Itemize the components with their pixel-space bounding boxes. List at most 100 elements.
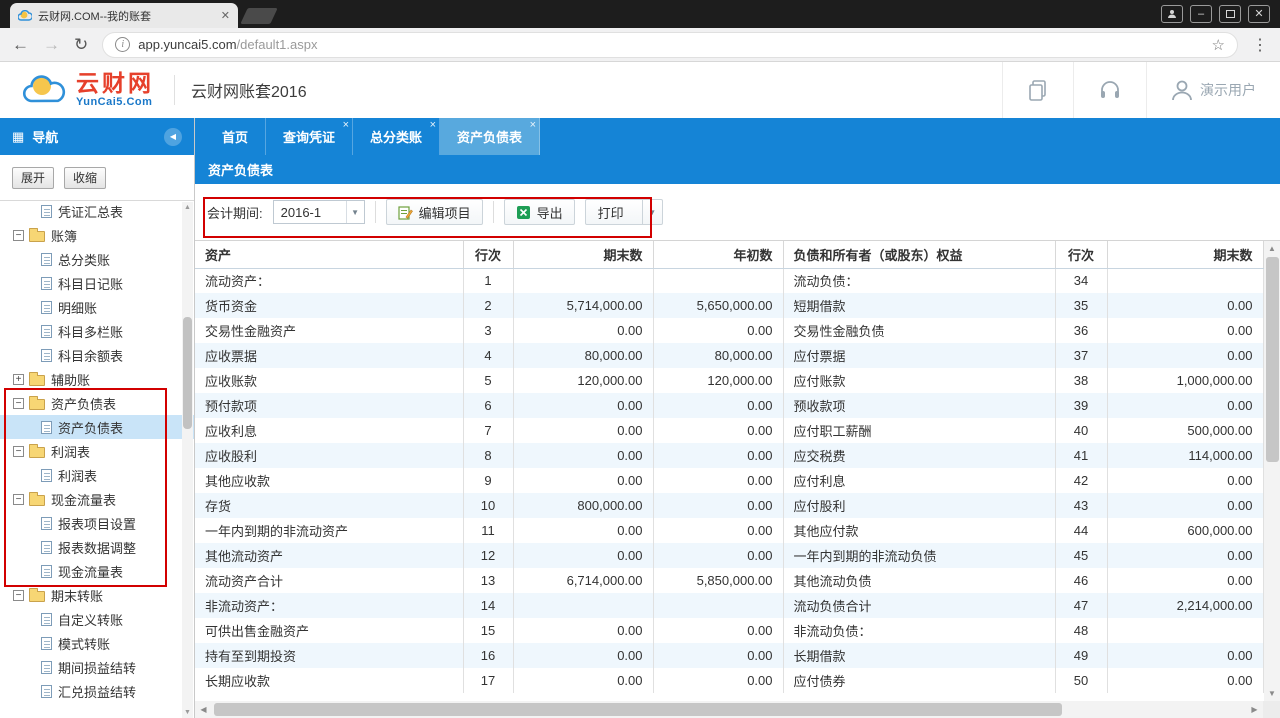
table-vertical-scrollbar[interactable]: ▲ ▼ <box>1264 241 1280 701</box>
table-row[interactable]: 应收票据480,000.0080,000.00应付票据370.00 <box>195 343 1263 368</box>
table-row[interactable]: 可供出售金融资产150.000.00非流动负债：48 <box>195 618 1263 643</box>
back-button[interactable]: ← <box>12 36 29 53</box>
tab-0[interactable]: 首页 <box>205 118 266 155</box>
sidebar-scroll-thumb[interactable] <box>183 317 192 429</box>
logo-subtitle: YunCai5.Com <box>76 97 154 108</box>
table-row[interactable]: 其他应收款90.000.00应付利息420.00 <box>195 468 1263 493</box>
tree-item[interactable]: 模式转账 <box>0 631 194 655</box>
browser-menu-icon[interactable]: ⋮ <box>1252 35 1268 55</box>
table-row[interactable]: 长期应收款170.000.00应付债券500.00 <box>195 668 1263 693</box>
column-header[interactable]: 行次 <box>463 241 513 268</box>
close-button[interactable]: ✕ <box>1248 5 1270 23</box>
sidebar-collapse-button[interactable]: ◀ <box>164 128 182 146</box>
column-header[interactable]: 资产 <box>195 241 463 268</box>
documents-button[interactable] <box>1002 62 1073 118</box>
tree-item[interactable]: 自定义转账 <box>0 607 194 631</box>
column-header[interactable]: 期末数 <box>1107 241 1263 268</box>
collapse-minus-icon[interactable]: − <box>13 590 24 601</box>
profile-button[interactable] <box>1161 5 1183 23</box>
collapse-all-button[interactable]: 收缩 <box>64 167 106 189</box>
bookmark-star-icon[interactable]: ☆ <box>1212 36 1225 54</box>
print-dropdown-icon[interactable]: ▼ <box>642 200 662 224</box>
tree-item[interactable]: 凭证汇总表 <box>0 201 194 223</box>
collapse-minus-icon[interactable]: − <box>13 398 24 409</box>
tab-1[interactable]: 查询凭证× <box>266 118 353 155</box>
print-button[interactable]: 打印 ▼ <box>585 199 663 225</box>
table-row[interactable]: 非流动资产：14流动负债合计472,214,000.00 <box>195 593 1263 618</box>
table-row[interactable]: 货币资金25,714,000.005,650,000.00短期借款350.00 <box>195 293 1263 318</box>
document-icon <box>41 637 52 650</box>
tree-item[interactable]: 总分类账 <box>0 247 194 271</box>
column-header[interactable]: 负债和所有者（或股东）权益 <box>783 241 1055 268</box>
support-button[interactable] <box>1073 62 1146 118</box>
forward-button[interactable]: → <box>43 36 60 53</box>
tab-close-icon[interactable]: × <box>343 119 349 131</box>
table-row[interactable]: 预付款项60.000.00预收款项390.00 <box>195 393 1263 418</box>
tree-item[interactable]: 科目日记账 <box>0 271 194 295</box>
new-tab-button[interactable] <box>240 8 277 24</box>
tree-item[interactable]: 科目余额表 <box>0 343 194 367</box>
maximize-button[interactable] <box>1219 5 1241 23</box>
vertical-scroll-thumb[interactable] <box>1266 257 1279 462</box>
column-header[interactable]: 行次 <box>1055 241 1107 268</box>
table-row[interactable]: 应收股利80.000.00应交税费41114,000.00 <box>195 443 1263 468</box>
chevron-down-icon[interactable]: ▼ <box>346 201 364 223</box>
table-row[interactable]: 存货10800,000.000.00应付股利430.00 <box>195 493 1263 518</box>
collapse-minus-icon[interactable]: − <box>13 230 24 241</box>
tree-item[interactable]: 利润表 <box>0 463 194 487</box>
export-button[interactable]: 导出 <box>504 199 575 225</box>
table-row[interactable]: 应收利息70.000.00应付职工薪酬40500,000.00 <box>195 418 1263 443</box>
table-row[interactable]: 一年内到期的非流动资产110.000.00其他应付款44600,000.00 <box>195 518 1263 543</box>
page-info-icon[interactable]: i <box>115 37 130 52</box>
expand-all-button[interactable]: 展开 <box>12 167 54 189</box>
table-row[interactable]: 应收账款5120,000.00120,000.00应付账款381,000,000… <box>195 368 1263 393</box>
scroll-left-icon[interactable]: ◀ <box>195 701 212 718</box>
tree-item[interactable]: 汇兑损益结转 <box>0 679 194 703</box>
table-cell: 应付债券 <box>783 668 1055 693</box>
horizontal-scroll-track[interactable] <box>212 701 1246 718</box>
tree-item[interactable]: −现金流量表 <box>0 487 194 511</box>
tree-item[interactable]: 报表项目设置 <box>0 511 194 535</box>
table-row[interactable]: 流动资产合计136,714,000.005,850,000.00其他流动负债46… <box>195 568 1263 593</box>
collapse-minus-icon[interactable]: − <box>13 446 24 457</box>
user-button[interactable]: 演示用户 <box>1146 62 1280 118</box>
scroll-down-icon[interactable]: ▼ <box>182 707 193 718</box>
collapse-minus-icon[interactable]: − <box>13 494 24 505</box>
tree-item[interactable]: 报表数据调整 <box>0 535 194 559</box>
browser-tab[interactable]: 云财网.COM--我的账套 ✕ <box>10 3 238 28</box>
tree-item[interactable]: 科目多栏账 <box>0 319 194 343</box>
scroll-up-icon[interactable]: ▲ <box>182 202 193 213</box>
period-select[interactable]: 2016-1 ▼ <box>273 200 365 224</box>
browser-tab-close-icon[interactable]: ✕ <box>221 9 230 22</box>
minimize-button[interactable]: – <box>1190 5 1212 23</box>
tab-close-icon[interactable]: × <box>530 119 536 131</box>
table-row[interactable]: 流动资产：1流动负债：34 <box>195 268 1263 293</box>
table-row[interactable]: 交易性金融资产30.000.00交易性金融负债360.00 <box>195 318 1263 343</box>
refresh-button[interactable]: ↻ <box>74 36 88 53</box>
tree-item[interactable]: −利润表 <box>0 439 194 463</box>
tab-2[interactable]: 总分类账× <box>353 118 440 155</box>
tree-item[interactable]: −资产负债表 <box>0 391 194 415</box>
tree-item[interactable]: 现金流量表 <box>0 559 194 583</box>
scroll-down-icon[interactable]: ▼ <box>1264 686 1280 701</box>
address-bar[interactable]: i app.yuncai5.com/default1.aspx ☆ <box>102 32 1238 58</box>
table-row[interactable]: 其他流动资产120.000.00一年内到期的非流动负债450.00 <box>195 543 1263 568</box>
expand-plus-icon[interactable]: + <box>13 374 24 385</box>
sidebar-scrollbar[interactable]: ▲ ▼ <box>182 202 193 718</box>
tab-close-icon[interactable]: × <box>430 119 436 131</box>
tab-3[interactable]: 资产负债表× <box>440 118 540 155</box>
scroll-up-icon[interactable]: ▲ <box>1264 241 1280 256</box>
tree-item[interactable]: −期末转账 <box>0 583 194 607</box>
table-horizontal-scrollbar[interactable]: ◀ ▶ <box>195 701 1280 718</box>
column-header[interactable]: 年初数 <box>653 241 783 268</box>
horizontal-scroll-thumb[interactable] <box>214 703 1062 716</box>
tree-item[interactable]: +辅助账 <box>0 367 194 391</box>
tree-item[interactable]: −账簿 <box>0 223 194 247</box>
edit-items-button[interactable]: 编辑项目 <box>386 199 483 225</box>
column-header[interactable]: 期末数 <box>513 241 653 268</box>
scroll-right-icon[interactable]: ▶ <box>1246 701 1263 718</box>
tree-item[interactable]: 明细账 <box>0 295 194 319</box>
table-row[interactable]: 持有至到期投资160.000.00长期借款490.00 <box>195 643 1263 668</box>
tree-item[interactable]: 期间损益结转 <box>0 655 194 679</box>
tree-item[interactable]: 资产负债表 <box>0 415 194 439</box>
